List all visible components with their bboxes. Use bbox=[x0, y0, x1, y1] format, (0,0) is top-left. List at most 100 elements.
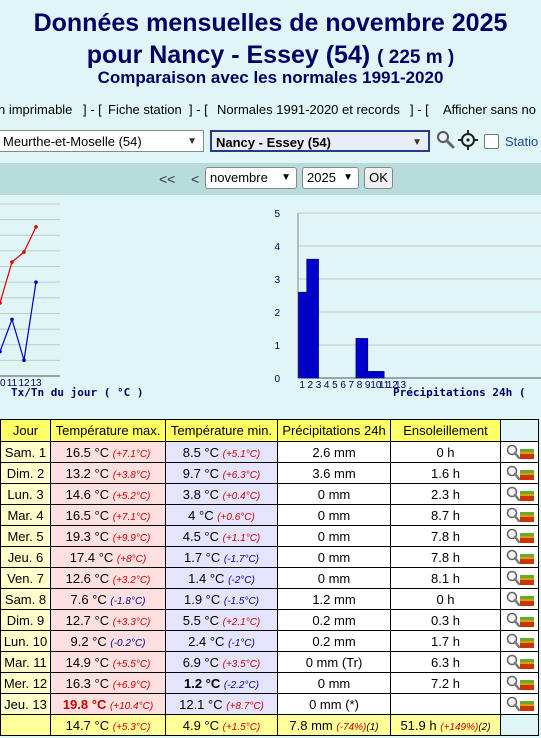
cell-tmax: 19.8 °C (+10.4°C) bbox=[50, 693, 166, 715]
tick-label: 5 bbox=[332, 380, 338, 388]
cell-details[interactable] bbox=[500, 588, 539, 610]
details-icon bbox=[506, 675, 534, 690]
tmax-value: 19.8 °C bbox=[62, 696, 107, 712]
cell-tmax: 19.3 °C (+9.9°C) bbox=[50, 525, 166, 547]
cell-details[interactable] bbox=[500, 693, 539, 715]
tmax-deviation: (+3.2°C) bbox=[112, 574, 151, 586]
link-normales[interactable]: Normales 1991-2020 et records bbox=[217, 102, 400, 117]
cell-tmin: 1.7 °C (-1.7°C) bbox=[165, 546, 278, 568]
link-bar: n imprimable ] - [ Fiche station ] - [ N… bbox=[0, 102, 541, 120]
tmax-value: 12.7 °C bbox=[65, 612, 110, 628]
table-row: Mar. 11 14.9 °C (+5.5°C) 6.9 °C (+3.5°C) 0 … bbox=[0, 651, 539, 673]
prev-month-link[interactable]: < bbox=[191, 168, 199, 190]
cell-day: Mer. 12 bbox=[0, 672, 51, 694]
cell-details[interactable] bbox=[500, 672, 539, 694]
chevron-down-icon: ▼ bbox=[281, 172, 291, 183]
link-fiche-station[interactable]: Fiche station bbox=[108, 102, 182, 117]
tick-label: 10 bbox=[0, 378, 6, 388]
year-select[interactable]: 2025 ▼ bbox=[302, 167, 359, 189]
link-separator: ] - [ bbox=[83, 102, 102, 117]
table-row: Jeu. 13 19.8 °C (+10.4°C) 12.1 °C (+8.7°C)… bbox=[0, 693, 539, 715]
chevron-down-icon: ▼ bbox=[412, 137, 422, 148]
tmin-value: 4.5 °C bbox=[182, 528, 220, 544]
prev-year-link[interactable]: << bbox=[159, 168, 175, 190]
cell-details[interactable] bbox=[500, 651, 539, 673]
cell-sun: 7.2 h bbox=[390, 672, 501, 694]
cell-details[interactable] bbox=[500, 504, 539, 526]
cell-tmax-mean: 14.7 °C (+5.3°C) bbox=[50, 714, 166, 736]
cell-details[interactable] bbox=[500, 441, 539, 463]
cell-tmax: 14.9 °C (+5.5°C) bbox=[50, 651, 166, 673]
tmax-value: 16.3 °C bbox=[65, 675, 110, 691]
tick-label: 6 bbox=[340, 380, 346, 388]
sun-note: (2) bbox=[478, 721, 491, 733]
month-select[interactable]: novembre ▼ bbox=[205, 167, 297, 189]
tmax-deviation: (+5.5°C) bbox=[112, 658, 151, 670]
cell-precip: 0.2 mm bbox=[277, 630, 391, 652]
link-afficher-sans[interactable]: Afficher sans no bbox=[443, 102, 536, 117]
cell-details[interactable] bbox=[500, 462, 539, 484]
col-header-tmax: Température max. bbox=[50, 419, 166, 442]
cell-details[interactable] bbox=[500, 525, 539, 547]
tmax-value: 14.9 °C bbox=[65, 654, 110, 670]
tmin-deviation: (+0.6°C) bbox=[217, 511, 255, 523]
cell-details[interactable] bbox=[500, 483, 539, 505]
tmin-deviation: (+3.5°C) bbox=[222, 658, 261, 670]
cell-precip-total: 7.8 mm (-74%)(1) bbox=[277, 714, 391, 736]
tmin-deviation: (+1.1°C) bbox=[222, 532, 261, 544]
cell-details[interactable] bbox=[500, 567, 539, 589]
series-line bbox=[0, 226, 37, 305]
cell-tmin: 3.8 °C (+0.4°C) bbox=[165, 483, 278, 505]
tmin-value: 6.9 °C bbox=[182, 654, 220, 670]
cell-tmin: 1.9 °C (-1.5°C) bbox=[165, 588, 278, 610]
table-row: Lun. 10 9.2 °C (-0.2°C) 2.4 °C (-1°C) 0.2 m… bbox=[0, 630, 539, 652]
tmax-deviation: (+7.1°C) bbox=[112, 448, 151, 460]
cell-sun: 0 h bbox=[390, 441, 501, 463]
link-version-imprimable[interactable]: n imprimable bbox=[0, 102, 72, 117]
tmin-value: 4 °C bbox=[188, 507, 214, 523]
station-select[interactable]: Nancy - Essey (54) ▼ bbox=[210, 130, 430, 152]
cell-day: Mar. 4 bbox=[0, 504, 51, 526]
cell-day: Jeu. 13 bbox=[0, 693, 51, 715]
cell-tmin: 8.5 °C (+5.1°C) bbox=[165, 441, 278, 463]
ok-button[interactable]: OK bbox=[364, 167, 393, 189]
data-point bbox=[10, 260, 14, 264]
tmax-deviation: (-1.8°C) bbox=[110, 595, 146, 607]
tmin-deviation: (-1.7°C) bbox=[223, 553, 260, 565]
tmax-deviation: (+10.4°C) bbox=[109, 700, 154, 712]
cell-precip: 2.6 mm bbox=[277, 441, 391, 463]
tick-label: 3 bbox=[316, 380, 322, 388]
cell-details[interactable] bbox=[500, 630, 539, 652]
cell-tmin-mean: 4.9 °C (+1.5°C) bbox=[165, 714, 278, 736]
table-header-row: Jour Température max. Température min. P… bbox=[0, 419, 539, 442]
link-separator: ] - [ bbox=[189, 102, 208, 117]
table-row: Sam. 8 7.6 °C (-1.8°C) 1.9 °C (-1.5°C) 1.2 … bbox=[0, 588, 539, 610]
table-row: Lun. 3 14.6 °C (+5.2°C) 3.8 °C (+0.4°C) 0 m… bbox=[0, 483, 539, 505]
precip-note: (1) bbox=[366, 721, 379, 733]
tmin-value: 9.7 °C bbox=[182, 465, 220, 481]
tmax-deviation: (+3.3°C) bbox=[112, 616, 151, 628]
stations-checkbox[interactable] bbox=[484, 134, 499, 149]
tick-label: 4 bbox=[324, 380, 330, 388]
precipitation-chart: 0123451 2 3 4 5 6 7 8 9 10111213 bbox=[274, 209, 541, 388]
cell-details[interactable] bbox=[500, 609, 539, 631]
cell-totals-label bbox=[0, 714, 51, 736]
cell-tmax: 17.4 °C (+8°C) bbox=[50, 546, 166, 568]
tmax-value: 17.4 °C bbox=[69, 549, 114, 565]
cell-sun: 8.7 h bbox=[390, 504, 501, 526]
cell-tmax: 7.6 °C (-1.8°C) bbox=[50, 588, 166, 610]
department-select[interactable]: Meurthe-et-Moselle (54) ▼ bbox=[0, 130, 204, 152]
tmin-value: 1.2 °C bbox=[183, 675, 221, 691]
tmin-deviation: (+0.4°C) bbox=[222, 490, 261, 502]
locate-icon[interactable] bbox=[458, 130, 478, 150]
tmin-deviation: (+6.3°C) bbox=[222, 469, 261, 481]
tmin-value: 12.1 °C bbox=[179, 696, 223, 712]
cell-details[interactable] bbox=[500, 546, 539, 568]
search-icon[interactable] bbox=[436, 130, 456, 150]
details-icon bbox=[506, 444, 534, 459]
tmin-value: 1.4 °C bbox=[188, 570, 225, 586]
data-point bbox=[10, 317, 14, 322]
tick-label: 8 bbox=[357, 380, 363, 388]
cell-tmax: 14.6 °C (+5.2°C) bbox=[50, 483, 166, 505]
cell-tmin: 12.1 °C (+8.7°C) bbox=[165, 693, 278, 715]
